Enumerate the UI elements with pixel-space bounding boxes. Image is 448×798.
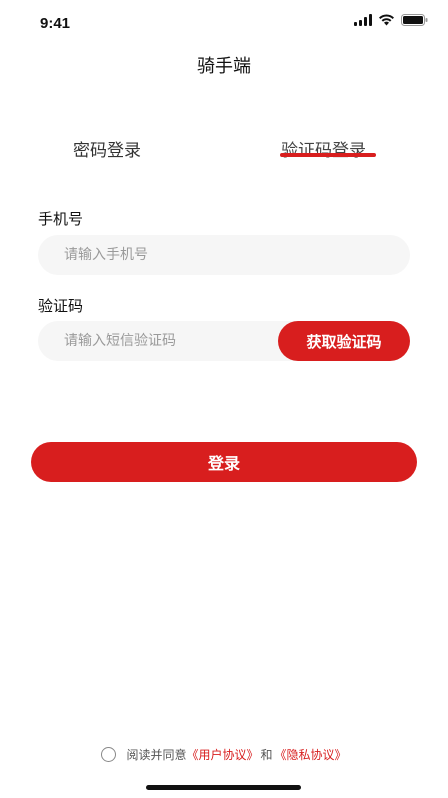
status-icons <box>354 14 428 26</box>
tab-code-login[interactable]: 验证码登录 <box>281 136 366 161</box>
battery-icon <box>401 14 428 26</box>
agreement-prefix: 阅读并同意 <box>126 748 187 762</box>
status-time: 9:41 <box>40 15 71 32</box>
tab-password-login[interactable]: 密码登录 <box>73 136 141 161</box>
agreement-and: 和 <box>260 748 273 762</box>
login-tabs: 密码登录 验证码登录 <box>0 136 448 176</box>
status-bar: 9:41 <box>0 0 448 46</box>
login-button[interactable]: 登录 <box>31 442 417 482</box>
agreement-row: 阅读并同意 《用户协议》 和 《隐私协议》 <box>0 746 448 763</box>
home-indicator <box>146 785 301 790</box>
active-tab-indicator <box>280 153 376 157</box>
privacy-policy-link[interactable]: 《隐私协议》 <box>275 746 347 763</box>
wifi-icon <box>378 14 395 26</box>
user-agreement-link[interactable]: 《用户协议》 <box>186 746 258 763</box>
code-label: 验证码 <box>38 297 84 315</box>
cellular-signal-icon <box>354 14 372 26</box>
page-title: 骑手端 <box>197 56 251 77</box>
phone-input[interactable] <box>38 235 410 275</box>
get-code-button[interactable]: 获取验证码 <box>278 321 410 361</box>
agree-checkbox[interactable] <box>101 747 117 762</box>
phone-label: 手机号 <box>38 210 84 228</box>
